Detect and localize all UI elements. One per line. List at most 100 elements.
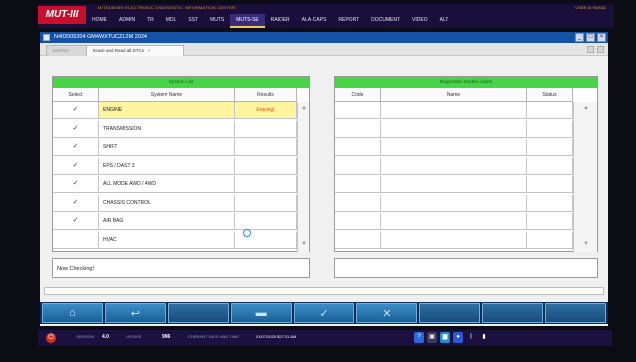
table-row[interactable] xyxy=(335,213,573,230)
menu-item-tr[interactable]: TR xyxy=(141,14,160,26)
table-row[interactable]: ✓ EPS / DAST 3 xyxy=(53,157,297,175)
code-cell xyxy=(335,176,381,192)
tab-erase-read-dtcs[interactable]: Erase and Read all DTCs × xyxy=(86,45,184,56)
window-title: N402005204 GM4WXTUCZL2M 2024 xyxy=(54,34,147,40)
scroll-down-icon[interactable]: ▼ xyxy=(582,240,590,248)
system-name: AIR BAG xyxy=(99,213,235,229)
cancel-icon: ✕ xyxy=(382,307,392,320)
menu-item-admin[interactable]: ADMIN xyxy=(113,14,141,26)
scroll-down-icon[interactable]: ▼ xyxy=(300,240,308,248)
column-name: Name xyxy=(381,88,527,102)
version-value: 4.0 xyxy=(102,334,109,340)
name-cell xyxy=(381,213,527,229)
table-row[interactable]: ✓ ENGINE Erasing! xyxy=(53,102,297,119)
system-name: ENGINE xyxy=(99,102,235,118)
power-icon[interactable]: ⏻ xyxy=(46,333,56,343)
column-results: Results xyxy=(235,88,297,102)
result-cell xyxy=(235,120,297,137)
menu-item-muts-se[interactable]: MUTS-SE xyxy=(230,14,265,28)
blank-button[interactable] xyxy=(545,303,607,323)
table-row[interactable]: ✓ TRANSMISSION xyxy=(53,120,297,138)
maximize-button[interactable]: □ xyxy=(586,33,595,42)
table-row[interactable]: ✓ AIR BAG xyxy=(53,213,297,230)
system-name: HVAC xyxy=(99,231,235,248)
table-row[interactable]: ✓ SHIFT xyxy=(53,139,297,156)
system-name: TRANSMISSION xyxy=(99,120,235,137)
table-row[interactable]: HVAC xyxy=(53,231,297,249)
column-code: Code xyxy=(335,88,381,102)
table-row[interactable] xyxy=(335,102,573,119)
table-row[interactable]: ✓ CHASSIS CONTROL xyxy=(53,194,297,212)
name-cell xyxy=(381,176,527,192)
bottom-button-bar: ⌂ ↩ ▬ ✓ ✕ xyxy=(40,302,608,324)
folder-button[interactable]: ▬ xyxy=(230,303,292,323)
select-checkbox[interactable]: ✓ xyxy=(53,213,99,229)
main-menu: HOME ADMIN TR MDL SST MUTS MUTS-SE RAIDER ALA-CA… xyxy=(86,14,455,28)
app-window: N402005204 GM4WXTUCZL2M 2024 _ □ × MUTSS… xyxy=(40,32,608,326)
tab-close-icon[interactable] xyxy=(597,46,604,53)
menu-item-mdl[interactable]: MDL xyxy=(160,14,183,26)
back-button[interactable]: ↩ xyxy=(104,303,166,323)
close-button[interactable]: × xyxy=(597,33,606,42)
close-tab-icon[interactable]: × xyxy=(148,48,151,53)
table-row[interactable] xyxy=(335,139,573,156)
select-checkbox[interactable]: ✓ xyxy=(53,176,99,192)
menu-item-sst[interactable]: SST xyxy=(182,14,204,26)
datetime-value: 01/07/2025 $27:31 AM xyxy=(256,334,297,339)
menu-item-raider[interactable]: RAIDER xyxy=(265,14,296,26)
home-button[interactable]: ⌂ xyxy=(42,303,103,323)
select-checkbox[interactable]: ✓ xyxy=(53,194,99,211)
blank-button[interactable] xyxy=(419,303,481,323)
menu-item-home[interactable]: HOME xyxy=(86,14,113,26)
result-cell xyxy=(235,194,297,211)
table-row[interactable] xyxy=(335,157,573,175)
tab-menu-icon[interactable] xyxy=(587,46,594,53)
blank-button[interactable] xyxy=(167,303,229,323)
bluetooth-icon[interactable]: ᛒ xyxy=(466,332,476,343)
menu-item-muts[interactable]: MUTS xyxy=(204,14,230,26)
monitor-icon[interactable]: ▣ xyxy=(427,332,437,343)
home-icon: ⌂ xyxy=(69,307,76,319)
scroll-up-icon[interactable]: ▲ xyxy=(300,104,308,112)
column-system-name: System Name xyxy=(99,88,235,102)
dtc-scrollbar[interactable]: ▲ ▼ xyxy=(573,102,597,252)
table-row[interactable] xyxy=(335,194,573,212)
status-cell xyxy=(527,120,573,137)
select-checkbox[interactable]: ✓ xyxy=(53,157,99,174)
status-cell xyxy=(527,139,573,155)
name-cell xyxy=(381,157,527,174)
select-checkbox[interactable] xyxy=(53,231,99,248)
user-id: USER ID FAHAD xyxy=(575,5,606,10)
table-row[interactable] xyxy=(335,120,573,138)
menu-item-report[interactable]: REPORT xyxy=(332,14,365,26)
system-list-scrollbar[interactable]: ▲ ▼ xyxy=(297,102,309,252)
window-app-icon xyxy=(43,34,50,41)
help-icon[interactable]: ? xyxy=(414,332,424,343)
minimize-button[interactable]: _ xyxy=(575,33,584,42)
name-cell xyxy=(381,231,527,248)
menu-item-document[interactable]: DOCUMENT xyxy=(365,14,406,26)
blank-button[interactable] xyxy=(482,303,544,323)
table-row[interactable] xyxy=(335,231,573,249)
result-cell xyxy=(235,176,297,192)
scroll-up-icon[interactable]: ▲ xyxy=(582,104,590,112)
cancel-button[interactable]: ✕ xyxy=(356,303,418,323)
code-cell xyxy=(335,102,381,118)
screen: MUT-III MITSUBISHI ELECTRONIC DIAGNOSTIC… xyxy=(0,0,636,362)
table-row[interactable]: ✓ ALL MODE AWD / 4WD xyxy=(53,176,297,193)
select-checkbox[interactable]: ✓ xyxy=(53,102,99,118)
select-checkbox[interactable]: ✓ xyxy=(53,139,99,155)
taskbar: ⏻ VERSION 4.0 UPDATE 996 CURRENT DATE AN… xyxy=(38,330,612,346)
folder-icon[interactable]: ▆ xyxy=(440,332,450,343)
table-row[interactable] xyxy=(335,176,573,193)
status-cell xyxy=(527,157,573,174)
menu-item-alt[interactable]: ALT xyxy=(434,14,455,26)
folder-icon: ▬ xyxy=(255,307,267,319)
ok-button[interactable]: ✓ xyxy=(293,303,355,323)
name-cell xyxy=(381,120,527,137)
select-checkbox[interactable]: ✓ xyxy=(53,120,99,137)
network-icon[interactable]: ● xyxy=(453,332,463,343)
menu-item-ala-caps[interactable]: ALA-CAPS xyxy=(296,14,333,26)
menu-item-video[interactable]: VIDEO xyxy=(406,14,434,26)
system-list-header: System List xyxy=(53,77,309,88)
